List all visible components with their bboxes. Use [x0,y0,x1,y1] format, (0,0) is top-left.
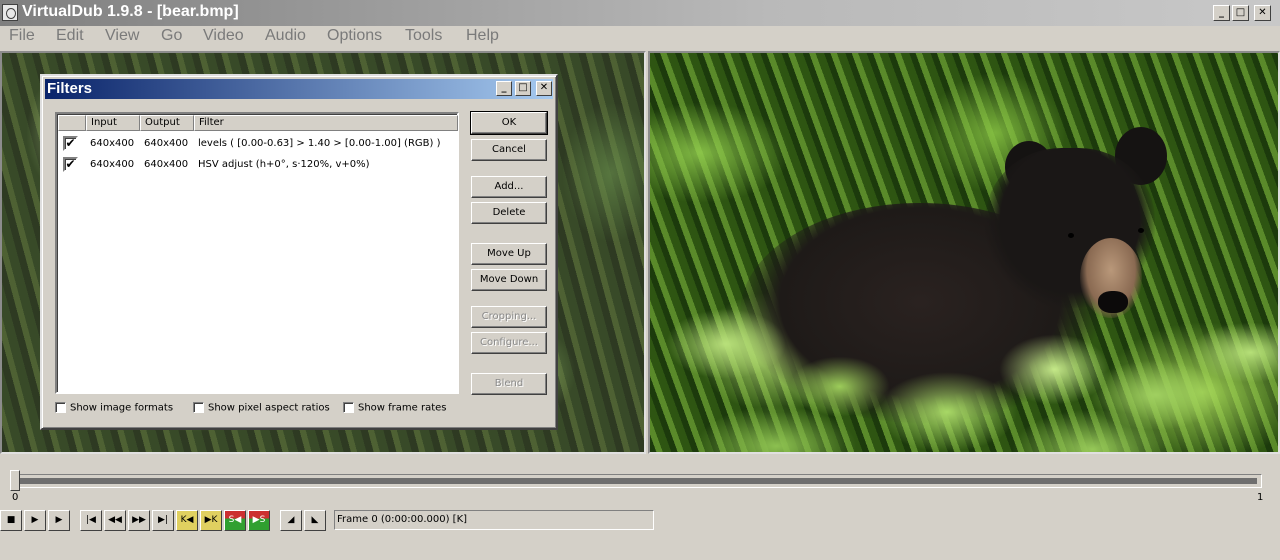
play-input-icon[interactable]: ▶ [24,510,46,531]
show-image-formats-option[interactable]: Show image formats [55,402,173,414]
filter-enable-checkbox[interactable]: ✔ [63,136,78,151]
add-filter-button[interactable]: Add... [471,176,547,198]
frame-status: Frame 0 (0:00:00.000) [K] [334,510,654,530]
bear-eye-left [1068,233,1074,238]
filter-row[interactable]: ✔ 640x400 640x400 HSV adjust (h+0°, s·12… [58,155,458,175]
bear-eye-right [1138,228,1144,233]
show-frame-rates-option[interactable]: Show frame rates [343,402,447,414]
play-output-icon[interactable]: ▶ [48,510,70,531]
menu-video[interactable]: Video [203,27,244,45]
menu-tools[interactable]: Tools [405,27,442,45]
column-header-filter[interactable]: Filter [194,115,458,131]
show-pixel-aspect-ratios-checkbox[interactable] [193,402,204,413]
show-frame-rates-label: Show frame rates [358,402,447,414]
filter-output-size: 640x400 [144,159,189,170]
show-pixel-aspect-ratios-option[interactable]: Show pixel aspect ratios [193,402,330,414]
show-image-formats-checkbox[interactable] [55,402,66,413]
next-scene-icon[interactable]: ▶S [248,510,270,531]
title-bar: VirtualDub 1.9.8 - [bear.bmp] _ □ ✕ [0,0,1280,26]
timeline-track [15,478,1257,484]
timeline-slider[interactable] [10,474,1262,488]
configure-button[interactable]: Configure... [471,332,547,354]
filter-list[interactable]: Input Output Filter ✔ 640x400 640x400 le… [55,112,459,394]
prev-key-icon[interactable]: K◀ [176,510,198,531]
output-video-pane[interactable] [648,51,1280,454]
move-down-button[interactable]: Move Down [471,269,547,291]
next-key-icon[interactable]: ▶K [200,510,222,531]
filter-enable-checkbox[interactable]: ✔ [63,157,78,172]
next-frame-icon[interactable]: ▶▶ [128,510,150,531]
window-title: VirtualDub 1.9.8 - [bear.bmp] [22,3,239,20]
cancel-button[interactable]: Cancel [471,139,547,161]
filter-description: levels ( [0.00-0.63] > 1.40 > [0.00-1.00… [198,138,441,149]
cropping-button[interactable]: Cropping... [471,306,547,328]
menu-audio[interactable]: Audio [265,27,306,45]
mark-in-icon[interactable]: ◢ [280,510,302,531]
mark-out-icon[interactable]: ◣ [304,510,326,531]
go-start-icon[interactable]: |◀ [80,510,102,531]
filters-dialog: Filters _ □ ✕ Input Output Filter ✔ 640x… [40,74,558,430]
blend-button[interactable]: Blend [471,373,547,395]
menu-bar: File Edit View Go Video Audio Options To… [0,26,1280,48]
stop-icon[interactable]: ■ [0,510,22,531]
menu-go[interactable]: Go [161,27,182,45]
delete-filter-button[interactable]: Delete [471,202,547,224]
foliage [650,293,1278,452]
menu-file[interactable]: File [9,27,35,45]
filter-output-size: 640x400 [144,138,189,149]
app-icon[interactable] [2,4,18,21]
menu-view[interactable]: View [105,27,139,45]
show-pixel-aspect-ratios-label: Show pixel aspect ratios [208,402,330,414]
menu-edit[interactable]: Edit [56,27,84,45]
timeline-end-label: 1 [1257,492,1264,503]
dialog-title: Filters [47,80,93,97]
close-button[interactable]: ✕ [1254,5,1271,21]
prev-scene-icon[interactable]: S◀ [224,510,246,531]
minimize-button[interactable]: _ [1213,5,1230,21]
filter-list-header: Input Output Filter [58,115,458,131]
filter-input-size: 640x400 [90,159,135,170]
filter-row[interactable]: ✔ 640x400 640x400 levels ( [0.00-0.63] >… [58,134,458,154]
dialog-close-button[interactable]: ✕ [536,81,552,96]
column-header-enabled[interactable] [58,115,86,131]
timeline-thumb[interactable] [10,470,20,491]
dialog-maximize-button[interactable]: □ [515,81,531,96]
timeline-start-label: 0 [12,492,19,503]
dialog-minimize-button[interactable]: _ [496,81,512,96]
column-header-output[interactable]: Output [140,115,194,131]
show-image-formats-label: Show image formats [70,402,174,414]
column-header-input[interactable]: Input [86,115,140,131]
menu-options[interactable]: Options [327,27,382,45]
go-end-icon[interactable]: ▶| [152,510,174,531]
show-frame-rates-checkbox[interactable] [343,402,354,413]
move-up-button[interactable]: Move Up [471,243,547,265]
maximize-button[interactable]: □ [1232,5,1249,21]
ok-button[interactable]: OK [470,111,548,135]
filter-description: HSV adjust (h+0°, s·120%, v+0%) [198,159,370,170]
dialog-title-bar[interactable]: Filters _ □ ✕ [45,79,553,99]
filter-input-size: 640x400 [90,138,135,149]
menu-help[interactable]: Help [466,27,499,45]
prev-frame-icon[interactable]: ◀◀ [104,510,126,531]
